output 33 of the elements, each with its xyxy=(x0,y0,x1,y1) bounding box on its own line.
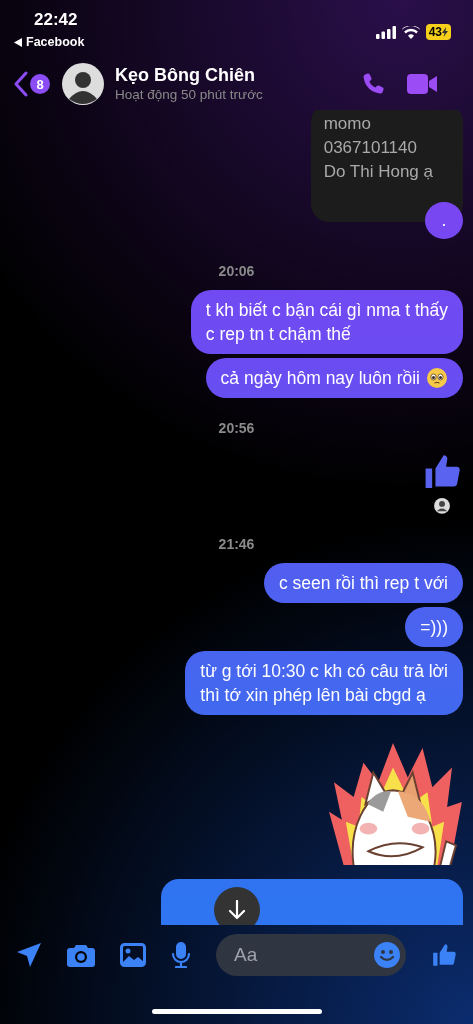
message-input-field[interactable]: Aa xyxy=(216,934,406,976)
message-text: cả ngày hôm nay luôn rồii xyxy=(220,367,420,391)
unread-count: 8 xyxy=(30,74,50,94)
image-icon[interactable] xyxy=(120,943,146,967)
message-bubble: c seen rồi thì rep t với xyxy=(263,562,463,603)
contact-name[interactable]: Kẹo Bông Chiên xyxy=(115,64,361,86)
message-bubble: t kh biết c bận cái gì nma t thấy c rep tn t chậm thế xyxy=(190,290,463,355)
back-to-app-link[interactable]: Facebook xyxy=(14,35,85,49)
camera-icon[interactable] xyxy=(67,943,95,967)
message-bubble: từ g tới 10:30 c kh có câu trả lời thì tớ xin phép lên bài cbgd ạ xyxy=(185,650,463,715)
status-time: 22:42 xyxy=(34,9,79,31)
location-arrow-icon[interactable] xyxy=(16,942,42,968)
message-bubble: . xyxy=(425,202,463,240)
timestamp: 20:56 xyxy=(218,420,255,437)
video-camera-icon[interactable] xyxy=(407,73,437,95)
activity-status: Hoạt động 50 phút trước xyxy=(115,86,264,104)
seen-avatar xyxy=(434,497,450,514)
arrow-down-icon xyxy=(228,900,246,920)
back-icon[interactable] xyxy=(14,71,28,97)
timestamp: 20:06 xyxy=(218,263,255,280)
battery-icon: 43 xyxy=(425,24,451,40)
signal-icon xyxy=(375,25,396,39)
thumbs-up-icon[interactable] xyxy=(431,942,457,968)
microphone-icon[interactable] xyxy=(171,942,191,968)
phone-icon[interactable] xyxy=(361,72,385,96)
triangle-icon xyxy=(14,37,22,47)
message-bubble: momo 0367101140 Do Thi Hong ạ xyxy=(310,110,463,222)
message-bubble: =))) xyxy=(405,606,463,647)
timestamp: 21:46 xyxy=(218,535,255,552)
avatar[interactable] xyxy=(62,63,104,105)
teary-face-icon xyxy=(426,367,448,390)
wifi-icon xyxy=(401,25,420,39)
smiley-icon[interactable] xyxy=(374,942,400,968)
